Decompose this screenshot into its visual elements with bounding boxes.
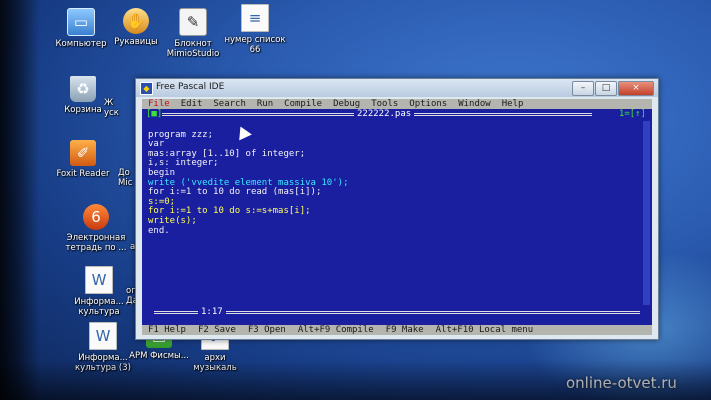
document-icon: W bbox=[85, 266, 113, 294]
menu-file[interactable]: File bbox=[148, 99, 170, 109]
editor-close-marker[interactable]: [■] bbox=[146, 109, 163, 119]
window-title: Free Pascal IDE bbox=[156, 82, 225, 92]
code-line: write(s); bbox=[148, 215, 197, 226]
desktop: ▭ Компьютер ✋ Рукавицы ✎ Блокнот MimioSt… bbox=[0, 0, 711, 400]
notepad-icon: ✎ bbox=[179, 8, 207, 36]
minimize-button[interactable]: – bbox=[572, 81, 594, 96]
status-open[interactable]: F3 Open bbox=[248, 325, 286, 335]
desktop-icon-label: Ж bbox=[104, 98, 114, 108]
editor-frame-top: [■] 222222.pas 1=[↑] bbox=[142, 109, 652, 119]
desktop-icon-informatics-1[interactable]: W Информа... культура bbox=[66, 266, 132, 317]
menu-help[interactable]: Help bbox=[502, 99, 524, 109]
code-editor[interactable]: program zzz; var mas:array [1..10] of inte… bbox=[148, 121, 628, 255]
status-compile[interactable]: Alt+F9 Compile bbox=[298, 325, 374, 335]
menu-window[interactable]: Window bbox=[458, 99, 491, 109]
cursor-position: 1:17 bbox=[198, 307, 226, 317]
desktop-icon-label: Информа... культура bbox=[74, 297, 124, 317]
document-icon: ≡ bbox=[241, 4, 269, 32]
desktop-icon-label: архи музыкаль bbox=[193, 353, 237, 373]
desktop-icon-mimio-notepad[interactable]: ✎ Блокнот MimioStudio bbox=[160, 8, 226, 59]
menu-run[interactable]: Run bbox=[257, 99, 273, 109]
code-line: mas:array [1..10] of integer; bbox=[148, 148, 306, 159]
code-line: end. bbox=[148, 225, 170, 236]
ide-statusbar: F1 Help F2 Save F3 Open Alt+F9 Compile F9 Ma… bbox=[142, 325, 652, 335]
editor-frame-bottom: 1:17 bbox=[142, 307, 652, 317]
vertical-scrollbar[interactable] bbox=[643, 121, 650, 305]
menu-debug[interactable]: Debug bbox=[333, 99, 360, 109]
menu-tools[interactable]: Tools bbox=[371, 99, 398, 109]
recycle-bin-icon: ♻ bbox=[70, 76, 96, 102]
editor-filename: 222222.pas bbox=[354, 109, 415, 119]
close-button[interactable]: × bbox=[618, 81, 654, 96]
ejournal-icon: 6 bbox=[83, 204, 109, 230]
watermark: online-otvet.ru bbox=[566, 374, 677, 392]
desktop-icon-label: уск bbox=[104, 108, 119, 118]
desktop-icon-list-66[interactable]: ≡ нумер список 66 bbox=[222, 4, 288, 55]
desktop-icon-foxit[interactable]: ✐ Foxit Reader bbox=[50, 140, 116, 179]
status-help[interactable]: F1 Help bbox=[148, 325, 186, 335]
desktop-icon-label: Foxit Reader bbox=[56, 169, 110, 179]
desktop-icon-ejournal[interactable]: 6 Электронная тетрадь по ... bbox=[60, 204, 132, 253]
gloves-icon: ✋ bbox=[123, 8, 149, 34]
ide-console[interactable]: File Edit Search Run Compile Debug Tools Option… bbox=[142, 99, 652, 335]
code-line: for i:=1 to 10 do read (mas[i]); bbox=[148, 187, 322, 198]
desktop-icon-partial-1[interactable]: Ж уск bbox=[104, 98, 134, 118]
status-local-menu[interactable]: Alt+F10 Local menu bbox=[436, 325, 534, 335]
window-controls: – □ × bbox=[571, 81, 654, 96]
menu-compile[interactable]: Compile bbox=[284, 99, 322, 109]
menu-edit[interactable]: Edit bbox=[181, 99, 203, 109]
foxit-icon: ✐ bbox=[70, 140, 96, 166]
desktop-icon-label: Блокнот MimioStudio bbox=[166, 39, 220, 59]
maximize-button[interactable]: □ bbox=[595, 81, 617, 96]
document-icon: W bbox=[89, 322, 117, 350]
pascal-app-icon: ◆ bbox=[140, 82, 153, 95]
desktop-icon-label: нумер список 66 bbox=[224, 35, 286, 55]
code-line: i,s: integer; bbox=[148, 158, 219, 169]
menu-search[interactable]: Search bbox=[213, 99, 246, 109]
ide-menubar: File Edit Search Run Compile Debug Tools Option… bbox=[142, 99, 652, 109]
menu-file-label: File bbox=[148, 99, 170, 109]
menu-options[interactable]: Options bbox=[409, 99, 447, 109]
free-pascal-window[interactable]: ◆ Free Pascal IDE – □ × File Edit Search Ru… bbox=[135, 78, 659, 340]
editor-window-number[interactable]: 1=[↑] bbox=[619, 109, 646, 119]
window-titlebar[interactable]: ◆ Free Pascal IDE – □ × bbox=[136, 79, 658, 97]
status-save[interactable]: F2 Save bbox=[198, 325, 236, 335]
code-line: program zzz; bbox=[148, 129, 214, 140]
frame-line bbox=[154, 311, 640, 314]
computer-icon: ▭ bbox=[67, 8, 95, 36]
status-make[interactable]: F9 Make bbox=[386, 325, 424, 335]
code-line: for i:=1 to 10 do s:=s+mas[i]; bbox=[148, 206, 311, 217]
desktop-icon-label: Электронная тетрадь по ... bbox=[65, 233, 127, 253]
